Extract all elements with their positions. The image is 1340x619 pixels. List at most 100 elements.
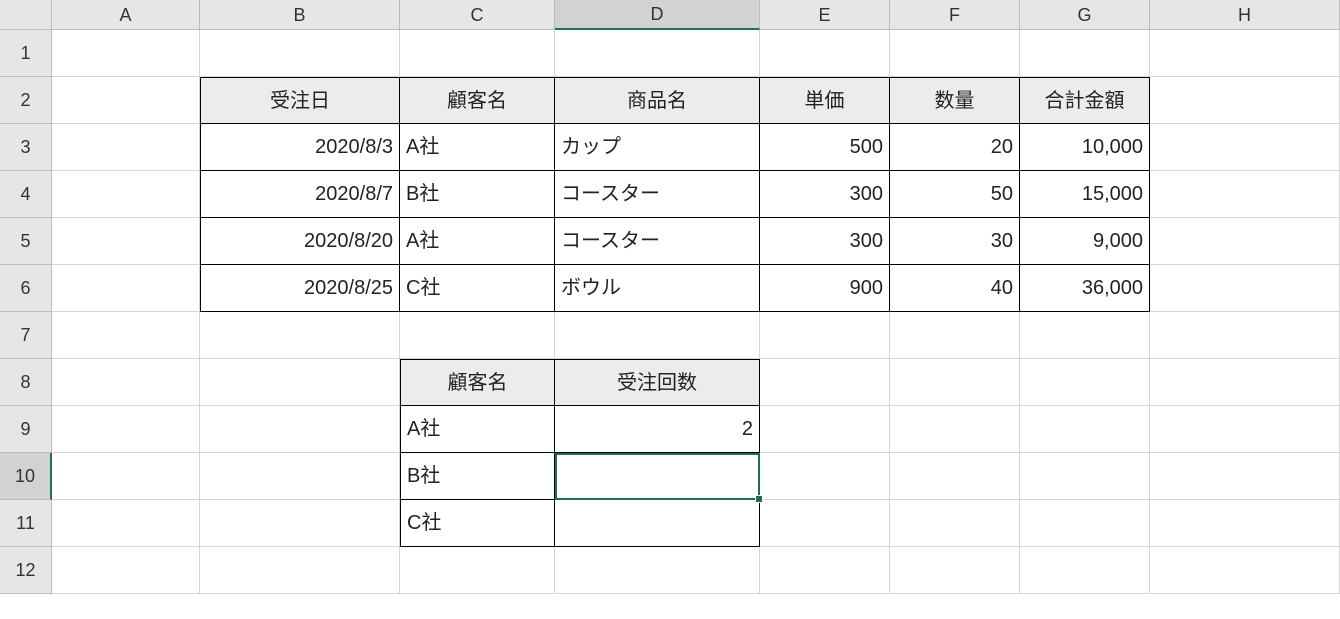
cell-C12[interactable]: [400, 547, 555, 594]
cell-D5[interactable]: コースター: [555, 218, 760, 265]
cell-D2[interactable]: 商品名: [555, 77, 760, 124]
cell-G2[interactable]: 合計金額: [1020, 77, 1150, 124]
cell-G9[interactable]: [1020, 406, 1150, 453]
row-header-12[interactable]: 12: [0, 547, 52, 594]
col-header-E[interactable]: E: [760, 0, 890, 30]
cell-H9[interactable]: [1150, 406, 1340, 453]
col-header-C[interactable]: C: [400, 0, 555, 30]
cell-C7[interactable]: [400, 312, 555, 359]
cell-G12[interactable]: [1020, 547, 1150, 594]
cell-F6[interactable]: 40: [890, 265, 1020, 312]
cell-H11[interactable]: [1150, 500, 1340, 547]
cell-B8[interactable]: [200, 359, 400, 406]
cell-B10[interactable]: [200, 453, 400, 500]
cell-A7[interactable]: [52, 312, 200, 359]
row-header-10[interactable]: 10: [0, 453, 52, 500]
col-header-F[interactable]: F: [890, 0, 1020, 30]
cell-A10[interactable]: [52, 453, 200, 500]
cell-B1[interactable]: [200, 30, 400, 77]
cell-C4[interactable]: B社: [400, 171, 555, 218]
cell-D7[interactable]: [555, 312, 760, 359]
cell-E12[interactable]: [760, 547, 890, 594]
row-header-1[interactable]: 1: [0, 30, 52, 77]
cell-B12[interactable]: [200, 547, 400, 594]
cell-E2[interactable]: 単価: [760, 77, 890, 124]
cell-B11[interactable]: [200, 500, 400, 547]
cell-G3[interactable]: 10,000: [1020, 124, 1150, 171]
cell-A2[interactable]: [52, 77, 200, 124]
cell-G11[interactable]: [1020, 500, 1150, 547]
cell-A6[interactable]: [52, 265, 200, 312]
cell-G4[interactable]: 15,000: [1020, 171, 1150, 218]
cell-C11[interactable]: C社: [400, 500, 555, 547]
cell-D11[interactable]: [555, 500, 760, 547]
cell-H8[interactable]: [1150, 359, 1340, 406]
cell-D1[interactable]: [555, 30, 760, 77]
cell-A12[interactable]: [52, 547, 200, 594]
cell-F4[interactable]: 50: [890, 171, 1020, 218]
cell-E4[interactable]: 300: [760, 171, 890, 218]
cell-C3[interactable]: A社: [400, 124, 555, 171]
col-header-G[interactable]: G: [1020, 0, 1150, 30]
cell-G6[interactable]: 36,000: [1020, 265, 1150, 312]
cell-D4[interactable]: コースター: [555, 171, 760, 218]
row-header-2[interactable]: 2: [0, 77, 52, 124]
cell-D12[interactable]: [555, 547, 760, 594]
cell-B7[interactable]: [200, 312, 400, 359]
cell-F2[interactable]: 数量: [890, 77, 1020, 124]
cell-C5[interactable]: A社: [400, 218, 555, 265]
select-all-corner[interactable]: [0, 0, 52, 30]
cell-A9[interactable]: [52, 406, 200, 453]
cell-G7[interactable]: [1020, 312, 1150, 359]
row-header-7[interactable]: 7: [0, 312, 52, 359]
cell-B5[interactable]: 2020/8/20: [200, 218, 400, 265]
row-header-5[interactable]: 5: [0, 218, 52, 265]
cell-D6[interactable]: ボウル: [555, 265, 760, 312]
cell-F5[interactable]: 30: [890, 218, 1020, 265]
cell-D8[interactable]: 受注回数: [555, 359, 760, 406]
cell-B4[interactable]: 2020/8/7: [200, 171, 400, 218]
cell-F8[interactable]: [890, 359, 1020, 406]
cell-C10[interactable]: B社: [400, 453, 555, 500]
cell-A1[interactable]: [52, 30, 200, 77]
cell-C6[interactable]: C社: [400, 265, 555, 312]
row-header-6[interactable]: 6: [0, 265, 52, 312]
cell-F1[interactable]: [890, 30, 1020, 77]
row-header-4[interactable]: 4: [0, 171, 52, 218]
col-header-H[interactable]: H: [1150, 0, 1340, 30]
cell-E11[interactable]: [760, 500, 890, 547]
cell-D3[interactable]: カップ: [555, 124, 760, 171]
cell-F9[interactable]: [890, 406, 1020, 453]
col-header-A[interactable]: A: [52, 0, 200, 30]
cell-G5[interactable]: 9,000: [1020, 218, 1150, 265]
cell-C8[interactable]: 顧客名: [400, 359, 555, 406]
cell-B3[interactable]: 2020/8/3: [200, 124, 400, 171]
cell-F7[interactable]: [890, 312, 1020, 359]
cell-E7[interactable]: [760, 312, 890, 359]
row-header-9[interactable]: 9: [0, 406, 52, 453]
cell-G10[interactable]: [1020, 453, 1150, 500]
cell-H10[interactable]: [1150, 453, 1340, 500]
row-header-8[interactable]: 8: [0, 359, 52, 406]
cell-F10[interactable]: [890, 453, 1020, 500]
cell-D9[interactable]: 2: [555, 406, 760, 453]
cell-A4[interactable]: [52, 171, 200, 218]
cell-E5[interactable]: 300: [760, 218, 890, 265]
cell-F12[interactable]: [890, 547, 1020, 594]
cell-B2[interactable]: 受注日: [200, 77, 400, 124]
cell-H12[interactable]: [1150, 547, 1340, 594]
cell-F3[interactable]: 20: [890, 124, 1020, 171]
cell-A11[interactable]: [52, 500, 200, 547]
cell-G1[interactable]: [1020, 30, 1150, 77]
cell-H4[interactable]: [1150, 171, 1340, 218]
cell-C2[interactable]: 顧客名: [400, 77, 555, 124]
cell-F11[interactable]: [890, 500, 1020, 547]
cell-C9[interactable]: A社: [400, 406, 555, 453]
cell-H6[interactable]: [1150, 265, 1340, 312]
cell-E1[interactable]: [760, 30, 890, 77]
cell-B6[interactable]: 2020/8/25: [200, 265, 400, 312]
cell-E8[interactable]: [760, 359, 890, 406]
cell-H5[interactable]: [1150, 218, 1340, 265]
cell-H1[interactable]: [1150, 30, 1340, 77]
cell-H2[interactable]: [1150, 77, 1340, 124]
